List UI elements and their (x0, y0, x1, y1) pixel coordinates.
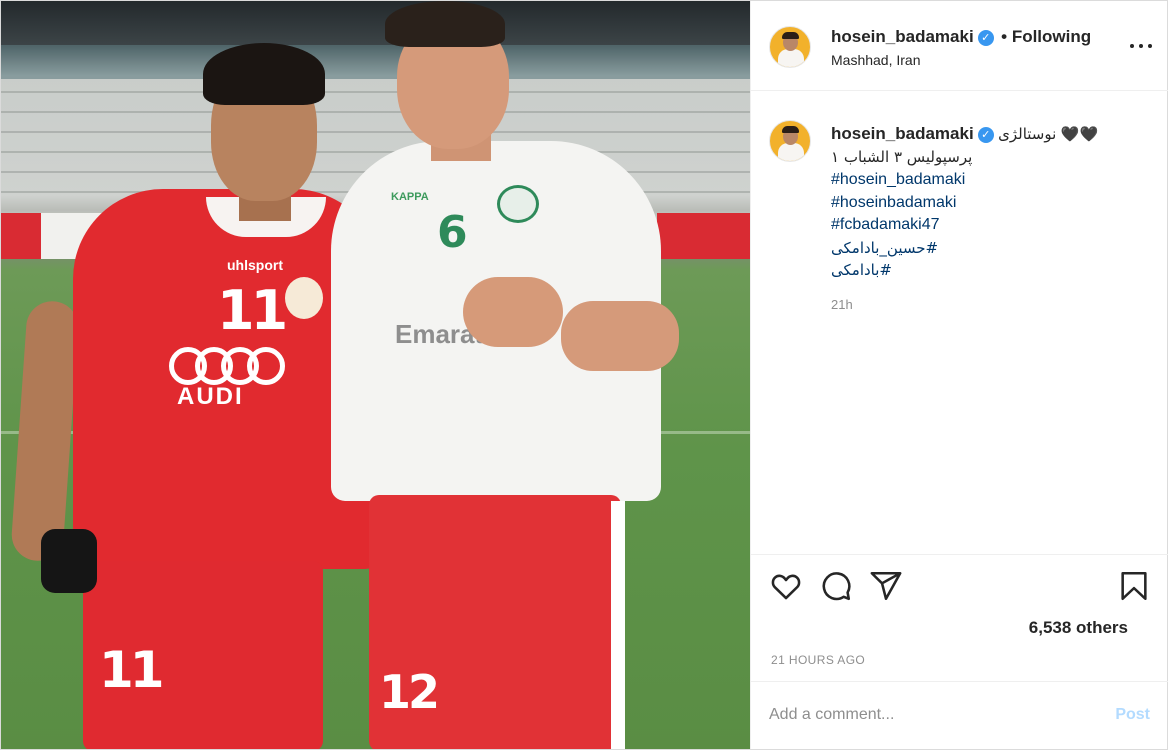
caption-text: نوستالژی (998, 125, 1057, 143)
caption-line-1: hosein_badamaki ✓ نوستالژی 🖤🖤 (831, 122, 1151, 146)
left-player-hair (203, 43, 325, 105)
right-player-hand (463, 277, 563, 347)
stand-row (1, 131, 750, 133)
left-player-shorts-number: 11 (99, 641, 165, 699)
caption-avatar[interactable] (769, 120, 811, 162)
bookmark-icon[interactable] (1117, 569, 1151, 603)
caption-username-link[interactable]: hosein_badamaki (831, 124, 974, 143)
location-link[interactable]: Mashhad, Iran (831, 52, 921, 68)
post-timestamp: 21 HOURS AGO (771, 653, 866, 667)
instagram-post: uhlsport 11 AUDI 11 KAPPA 6 Emarat 12 ho… (0, 0, 1168, 750)
post-photo[interactable]: uhlsport 11 AUDI 11 KAPPA 6 Emarat 12 (1, 1, 750, 749)
stand-row (1, 111, 750, 113)
shorts-stripe (611, 501, 625, 749)
follow-status[interactable]: • Following (1001, 27, 1091, 46)
caption-line-2: پرسپولیس ۳ الشباب ۱ (831, 148, 973, 166)
comment-icon[interactable] (819, 569, 853, 603)
right-player-hair (385, 1, 505, 47)
ad-board (657, 213, 750, 259)
stand-row (1, 151, 750, 153)
caption-age: 21h (831, 297, 853, 312)
comment-input[interactable] (769, 706, 1069, 724)
comment-bar: Post (751, 681, 1168, 751)
follow-status-label: Following (1011, 27, 1092, 46)
action-bar: 6,538 others 21 HOURS AGO Post (751, 554, 1168, 750)
right-player-arm (561, 301, 679, 371)
audi-rings-logo (169, 343, 287, 387)
likes-count[interactable]: 6,538 others (1029, 618, 1128, 638)
glove (41, 529, 97, 593)
hashtag-link[interactable]: #hoseinbadamaki (831, 192, 1151, 215)
right-player-brand: KAPPA (391, 191, 429, 203)
hashtag-link[interactable]: حسین_بادامکی# (831, 237, 1151, 260)
hashtag-link[interactable]: بادامکی# (831, 259, 1151, 282)
heart-icon[interactable] (769, 569, 803, 603)
header-user-line: hosein_badamaki ✓ • Following (831, 27, 1091, 47)
stadium-stand (1, 45, 750, 79)
left-player-crest (285, 277, 323, 319)
black-hearts-emoji: 🖤🖤 (1060, 126, 1099, 143)
right-player-shorts-number: 12 (379, 665, 440, 719)
verified-badge-icon: ✓ (977, 30, 994, 46)
hashtag-link[interactable]: #hosein_badamaki (831, 169, 1151, 192)
right-player-shirt-number: 6 (437, 207, 468, 258)
post-side-panel: hosein_badamaki ✓ • Following Mashhad, Ir… (750, 1, 1168, 750)
stadium-roof (1, 1, 750, 45)
left-player-shirt-number: 11 (217, 279, 288, 342)
share-icon[interactable] (869, 569, 903, 603)
verified-badge-icon: ✓ (977, 127, 994, 143)
stand-row (1, 91, 750, 93)
avatar[interactable] (769, 26, 811, 68)
ad-board (1, 213, 41, 259)
left-player-brand: uhlsport (227, 257, 283, 273)
left-player-arm (9, 299, 81, 563)
hashtag-link[interactable]: #fcbadamaki47 (831, 214, 1151, 237)
caption: hosein_badamaki ✓ نوستالژی 🖤🖤 پرسپولیس ۳ … (831, 122, 1151, 282)
more-options-icon[interactable] (1127, 35, 1157, 55)
right-player-crest (497, 185, 539, 223)
username-link[interactable]: hosein_badamaki (831, 27, 974, 46)
post-comment-button[interactable]: Post (1115, 706, 1150, 724)
post-header: hosein_badamaki ✓ • Following Mashhad, Ir… (751, 1, 1168, 91)
left-player-sponsor: AUDI (177, 383, 244, 410)
